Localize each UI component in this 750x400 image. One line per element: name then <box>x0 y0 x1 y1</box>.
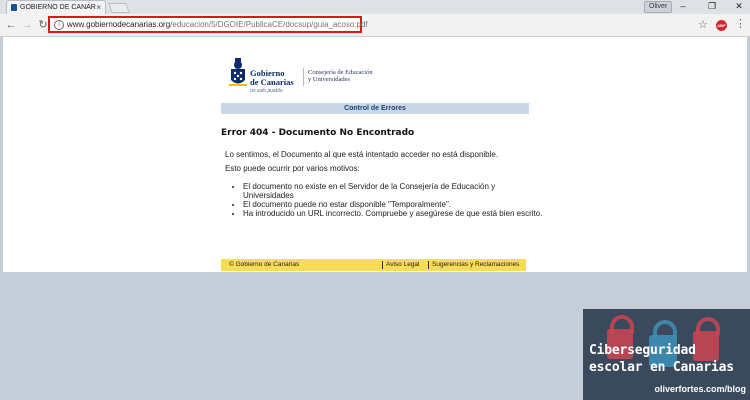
tab-close-icon[interactable]: × <box>96 1 101 14</box>
crest-icon <box>229 58 247 86</box>
padlock-icon <box>693 331 719 361</box>
blog-watermark: Ciberseguridad escolar en Canarias olive… <box>583 309 750 400</box>
url-text[interactable]: www.gobiernodecanarias.org/educacion/5/D… <box>67 18 368 31</box>
error-message: Lo sentimos, el Documento al que está in… <box>225 150 499 159</box>
back-arrow-icon[interactable]: ← <box>4 18 18 32</box>
legal-notice-link[interactable]: Aviso Legal <box>386 259 420 271</box>
error-reasons-list: El documento no existe en el Servidor de… <box>232 182 543 218</box>
minimize-icon[interactable]: – <box>668 0 698 14</box>
bookmark-star-icon[interactable]: ☆ <box>698 18 708 31</box>
adblock-extension-icon[interactable]: ABP <box>716 20 727 31</box>
forward-arrow-icon[interactable]: → <box>20 18 34 32</box>
department-name-line2: y Universidades <box>308 76 351 83</box>
info-icon[interactable]: i <box>54 20 64 30</box>
logo-divider <box>303 68 304 86</box>
address-bar[interactable]: i www.gobiernodecanarias.org/educacion/5… <box>48 16 368 33</box>
page-footer: © Gobierno de Canarias Aviso Legal Suger… <box>221 259 526 271</box>
footer-copyright: © Gobierno de Canarias <box>229 261 300 268</box>
watermark-title-line1: Ciberseguridad <box>589 343 696 358</box>
footer-divider <box>382 261 383 269</box>
tab-title: GOBIERNO DE CANARIAS <box>20 4 96 11</box>
watermark-site: oliverfortes.com/blog <box>654 384 746 394</box>
browser-tab[interactable]: GOBIERNO DE CANARIAS × <box>6 0 106 14</box>
error-title: Error 404 - Documento No Encontrado <box>221 128 415 138</box>
error-control-bar: Control de Errores <box>221 103 529 114</box>
error-reasons-intro: Esto puede ocurrir por varios motivos: <box>225 164 360 173</box>
brand-name-line2: de Canarias <box>250 77 294 87</box>
browser-toolbar: ← → ↻ i www.gobiernodecanarias.org/educa… <box>0 14 750 37</box>
window-close-icon[interactable]: ✕ <box>724 0 750 14</box>
list-item: El documento puede no estar disponible "… <box>243 200 543 209</box>
maximize-icon[interactable]: ❐ <box>697 0 727 14</box>
brand-tagline: un solo pueblo <box>250 88 283 94</box>
url-path: /educacion/5/DGOIE/PublicaCE/docsup/guia… <box>170 20 368 29</box>
url-host: www.gobiernodecanarias.org <box>67 20 171 29</box>
new-tab-button[interactable] <box>108 3 130 13</box>
list-item: Ha introducido un URL incorrecto. Compru… <box>243 209 543 218</box>
browser-menu-icon[interactable]: ⋮ <box>735 17 746 30</box>
watermark-title-line2: escolar en Canarias <box>589 360 734 375</box>
favicon-icon <box>11 4 17 11</box>
list-item: El documento no existe en el Servidor de… <box>243 182 543 200</box>
footer-divider <box>428 261 429 269</box>
title-bar: GOBIERNO DE CANARIAS × Oliver – ❐ ✕ <box>0 0 750 14</box>
department-name-line1: Consejería de Educación <box>308 69 373 76</box>
page-viewport: Gobierno de Canarias un solo pueblo Cons… <box>3 37 747 272</box>
government-logo[interactable]: Gobierno de Canarias un solo pueblo Cons… <box>229 58 419 98</box>
suggestions-link[interactable]: Sugerencias y Reclamaciones <box>432 259 519 271</box>
